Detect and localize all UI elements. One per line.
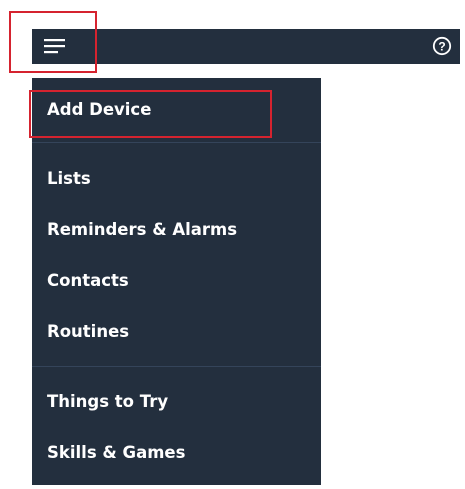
app-page: ? Add Device Lists Reminders & Alarms Co… <box>0 0 465 489</box>
drawer-item-label: Add Device <box>47 100 152 119</box>
drawer-item-things-to-try[interactable]: Things to Try <box>47 386 307 418</box>
drawer-item-label: Contacts <box>47 271 129 290</box>
drawer-item-skills-games[interactable]: Skills & Games <box>47 437 307 469</box>
drawer-divider <box>32 366 321 367</box>
drawer-item-label: Skills & Games <box>47 443 186 462</box>
drawer-item-label: Routines <box>47 322 130 341</box>
hamburger-menu-icon <box>44 39 65 54</box>
drawer-item-reminders-alarms[interactable]: Reminders & Alarms <box>47 214 307 246</box>
drawer-item-add-device[interactable]: Add Device <box>47 94 307 126</box>
svg-text:?: ? <box>438 40 445 54</box>
drawer-item-lists[interactable]: Lists <box>47 163 307 195</box>
help-button[interactable]: ? <box>432 36 452 56</box>
navigation-drawer: Add Device Lists Reminders & Alarms Cont… <box>32 78 321 485</box>
menu-button[interactable] <box>32 29 94 64</box>
drawer-item-label: Reminders & Alarms <box>47 220 238 239</box>
drawer-item-label: Lists <box>47 169 91 188</box>
drawer-item-routines[interactable]: Routines <box>47 316 307 348</box>
drawer-item-label: Things to Try <box>47 392 169 411</box>
drawer-divider <box>32 142 321 143</box>
help-circle-icon: ? <box>432 36 452 56</box>
drawer-item-contacts[interactable]: Contacts <box>47 265 307 297</box>
app-header: ? <box>32 29 460 64</box>
